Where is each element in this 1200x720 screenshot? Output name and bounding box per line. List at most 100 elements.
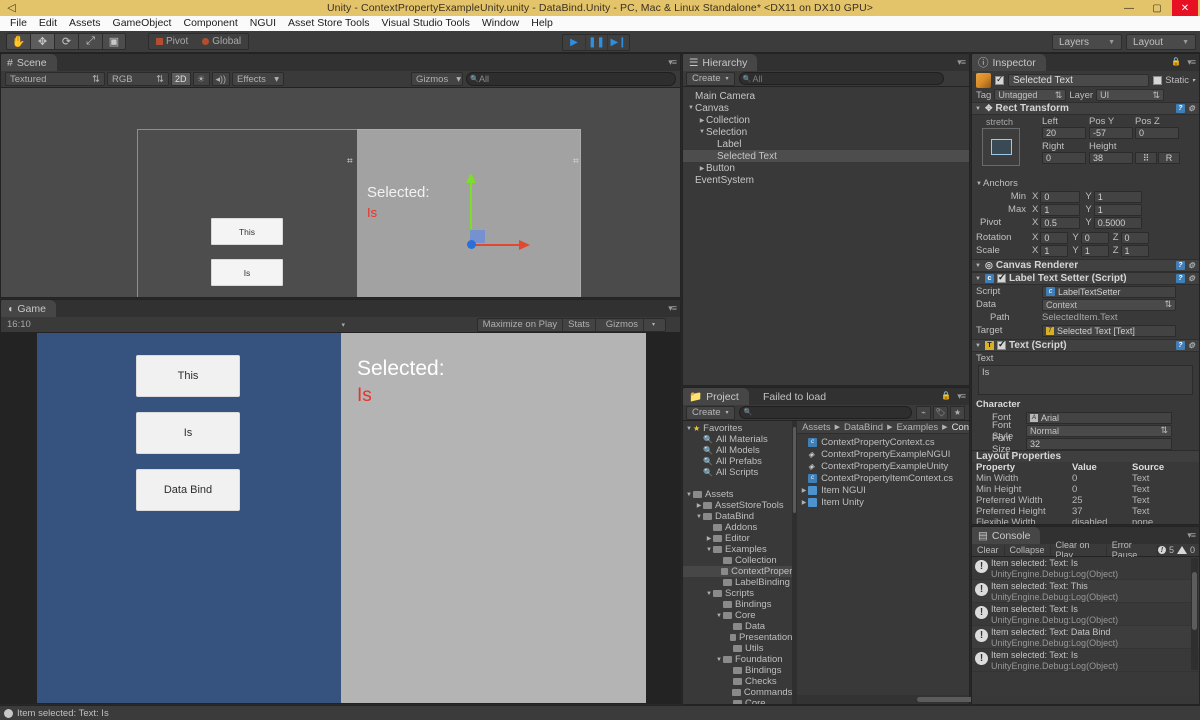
stats-toggle[interactable]: Stats [563, 318, 596, 331]
scene-button-is[interactable]: Is [211, 259, 283, 286]
right-field[interactable]: 0 [1042, 152, 1086, 164]
tab-console[interactable]: ▤ Console [972, 527, 1041, 544]
console-log-entry[interactable]: ! Item selected: Text: Data Bind UnityEngi… [972, 626, 1199, 649]
anchor-preset-button[interactable] [982, 128, 1020, 166]
move-gizmo-x-axis[interactable] [473, 240, 530, 250]
project-tree-item[interactable]: Data [683, 621, 792, 632]
console-log-entry[interactable]: ! Item selected: Text: Is UnityEngine.Debu… [972, 603, 1199, 626]
tab-hierarchy[interactable]: ☰ Hierarchy [683, 54, 758, 71]
menu-help[interactable]: Help [525, 16, 559, 31]
move-tool-icon[interactable]: ✥ [30, 33, 54, 50]
project-tree-item[interactable]: ▶ Editor [683, 533, 792, 544]
layer-dropdown[interactable]: UI ⇅ [1096, 89, 1165, 101]
project-file-item[interactable]: c ContextPropertyContext.cs [797, 436, 969, 448]
height-field[interactable]: 38 [1089, 152, 1133, 164]
project-tree-item[interactable]: Addons [683, 522, 792, 533]
object-enabled-checkbox[interactable] [995, 74, 1004, 85]
menu-component[interactable]: Component [177, 16, 243, 31]
project-tree-item[interactable]: ▶ AssetStoreTools [683, 500, 792, 511]
project-file-item[interactable]: ▶ Item Unity [797, 496, 969, 508]
text-enabled-checkbox[interactable] [997, 339, 1006, 350]
expand-arrow-icon[interactable]: ▼ [705, 591, 713, 597]
raw-edit-button[interactable]: R [1158, 152, 1180, 164]
hierarchy-create-button[interactable]: Create ▾ [686, 71, 735, 86]
project-file-item[interactable]: ◈ ContextPropertyExampleNGUI [797, 448, 969, 460]
menu-visual-studio-tools[interactable]: Visual Studio Tools [376, 16, 476, 31]
menu-edit[interactable]: Edit [33, 16, 63, 31]
pause-button[interactable]: ❚❚ [585, 35, 607, 50]
object-name-field[interactable]: Selected Text [1008, 74, 1150, 87]
scene-viewport[interactable]: This Is Data Bind Selected: Is ⌗ ⌗ [1, 88, 680, 297]
project-tree-item[interactable]: Presentation [683, 632, 792, 643]
move-gizmo-center[interactable] [467, 240, 476, 249]
hierarchy-item[interactable]: Label [683, 138, 969, 150]
project-tree-item[interactable]: ▼ DataBind [683, 511, 792, 522]
project-tree-item[interactable]: ▼ Examples [683, 544, 792, 555]
clear-on-play-toggle[interactable]: Clear on Play [1051, 540, 1107, 560]
anchor-max-y-field[interactable]: 1 [1093, 203, 1142, 216]
game-button-this[interactable]: This [136, 355, 240, 397]
font-style-dropdown[interactable]: Normal ⇅ [1026, 424, 1172, 437]
project-tree-item[interactable]: 🔍 All Scripts [683, 467, 792, 478]
hierarchy-item[interactable]: ▶ Collection [683, 114, 969, 126]
rotate-tool-icon[interactable]: ⟳ [54, 33, 78, 50]
expand-arrow-icon[interactable]: ▶ [695, 502, 703, 509]
tab-inspector[interactable]: ⓘ Inspector [972, 54, 1046, 71]
project-tree-item[interactable]: 🔍 All Materials [683, 434, 792, 445]
game-button-data-bind[interactable]: Data Bind [136, 469, 240, 511]
expand-arrow-icon[interactable]: ▶ [800, 499, 808, 506]
expand-arrow-icon[interactable]: ▼ [687, 105, 695, 111]
expand-arrow-icon[interactable]: ▼ [685, 492, 693, 498]
anchors-row[interactable]: ▼ Anchors [972, 177, 1199, 190]
lock-icon[interactable]: 🔒 [1171, 57, 1181, 66]
project-tree-item[interactable]: ▼ Core [683, 610, 792, 621]
collapse-arrow-icon[interactable]: ▼ [975, 276, 982, 282]
project-tree-item[interactable]: ContextProper [683, 566, 793, 577]
expand-arrow-icon[interactable]: ▼ [698, 129, 706, 135]
project-tree-item[interactable]: Collection [683, 555, 792, 566]
expand-arrow-icon[interactable]: ▶ [698, 117, 706, 124]
console-log-entry[interactable]: ! Item selected: Text: Is UnityEngine.Debu… [972, 557, 1199, 580]
help-icon[interactable]: ? [1175, 261, 1185, 270]
scene-gizmos-dropdown[interactable]: Gizmos ▾ [411, 72, 463, 86]
scene-search-input[interactable]: All [466, 72, 676, 86]
hierarchy-item[interactable]: ▶ Button [683, 162, 969, 174]
scale-tool-icon[interactable]: ⤢ [78, 33, 102, 50]
rect-tool-icon[interactable]: ▣ [102, 33, 126, 50]
tag-dropdown[interactable]: Untagged ⇅ [994, 89, 1067, 101]
project-tree-item[interactable]: 🔍 All Prefabs [683, 456, 792, 467]
maximize-button[interactable]: ▢ [1144, 0, 1170, 16]
maximize-on-play-toggle[interactable]: Maximize on Play [478, 318, 564, 331]
close-button[interactable]: ✕ [1172, 0, 1198, 16]
breadcrumb-segment[interactable]: Con [952, 422, 969, 433]
tab-failed-to-load[interactable]: Failed to load [755, 388, 834, 405]
scale-y-field[interactable]: 1 [1080, 244, 1109, 257]
expand-arrow-icon[interactable]: ▼ [685, 426, 693, 432]
expand-arrow-icon[interactable]: ▶ [705, 535, 713, 542]
menu-ngui[interactable]: NGUI [244, 16, 282, 31]
project-file-item[interactable]: ▶ Item NGUI [797, 484, 969, 496]
favorite-star-icon[interactable]: ★ [950, 405, 965, 420]
project-tree-item[interactable]: Bindings [683, 665, 792, 676]
menu-gameobject[interactable]: GameObject [107, 16, 178, 31]
project-tree-item[interactable]: ▼ Foundation [683, 654, 792, 665]
posz-field[interactable]: 0 [1135, 127, 1179, 139]
collapse-arrow-icon[interactable]: ▼ [975, 263, 982, 269]
game-viewport[interactable]: This Is Data Bind Selected: Is Print [1, 333, 680, 703]
global-toggle[interactable]: Global [195, 34, 248, 49]
project-tree-item[interactable]: Core [683, 698, 792, 704]
console-scrollbar[interactable] [1191, 558, 1198, 670]
rot-z-field[interactable]: 0 [1120, 231, 1149, 244]
project-file-list[interactable]: Assets ▶ DataBind ▶ Examples ▶ Con c ContextPro… [797, 421, 990, 704]
expand-arrow-icon[interactable]: ▼ [695, 514, 703, 520]
toggle-2d-button[interactable]: 2D [171, 72, 191, 86]
text-script-header[interactable]: ▼ T Text (Script) ?⚙ [972, 339, 1199, 352]
draw-mode-dropdown[interactable]: Textured ⇅ [5, 72, 105, 86]
tab-project[interactable]: 📁 Project [683, 388, 749, 405]
console-log-entry[interactable]: ! Item selected: Text: Is UnityEngine.Debu… [972, 649, 1199, 672]
pivot-toggle[interactable]: Pivot [149, 34, 195, 49]
filter-by-label-icon[interactable]: 🏷 [933, 405, 948, 420]
hierarchy-item[interactable]: ▼ Canvas [683, 102, 969, 114]
menu-file[interactable]: File [4, 16, 33, 31]
lock-icon[interactable]: 🔒 [941, 391, 951, 400]
